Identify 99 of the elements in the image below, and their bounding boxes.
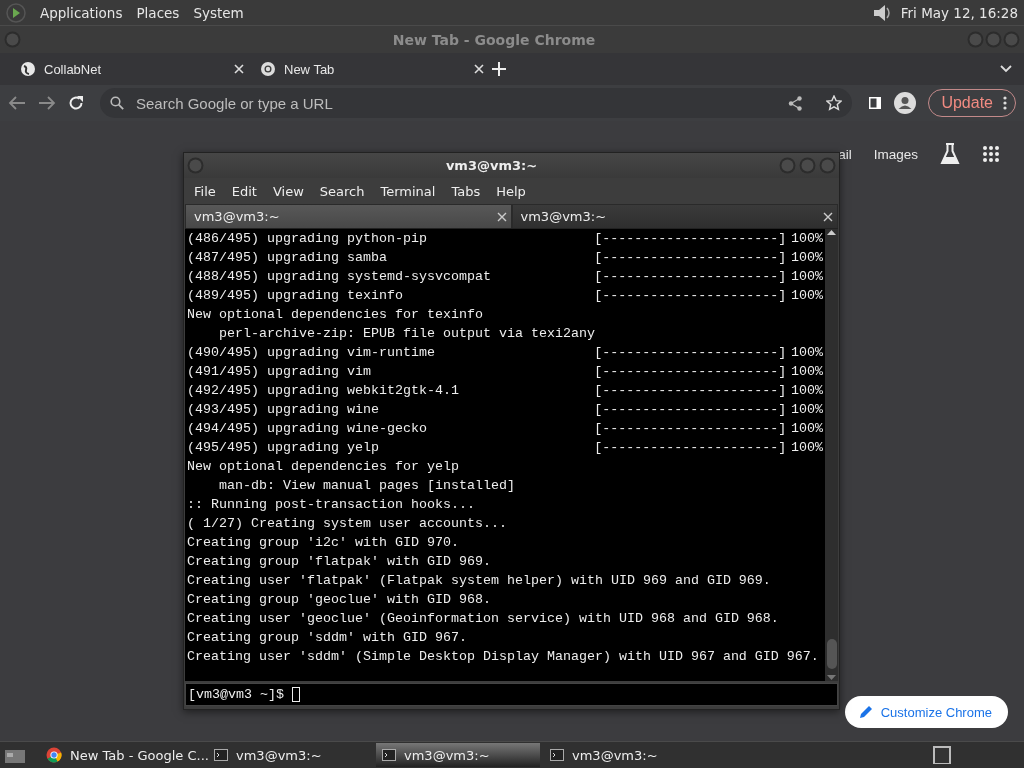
menu-item[interactable]: File [186,183,224,199]
clock[interactable]: Fri May 12, 16:28 [900,4,1018,21]
close-icon[interactable] [823,211,833,222]
terminal-icon [382,749,396,761]
progress-bar-text: [----------------------] [594,401,788,419]
shell-prompt: [vm3@vm3 ~]$ [187,687,284,702]
output-line: Creating group 'geoclue' with GID 968. [187,591,491,609]
percent-text: 100% [791,439,823,457]
globe-icon [20,61,36,77]
output-line: Creating group 'flatpak' with GID 969. [187,553,491,571]
output-line: Creating user 'geoclue' (Geoinformation service) with UID 968 and GID 968. [187,610,779,628]
reload-icon[interactable] [68,95,84,111]
percent-text: 100% [791,230,823,248]
taskbar-button[interactable]: vm3@vm3:~ [544,743,708,767]
distro-logo-icon[interactable] [6,2,26,23]
star-icon[interactable] [826,95,843,111]
chrome-icon [46,747,62,763]
panel-menu[interactable]: Applications [40,4,123,21]
progress-bar-text: [----------------------] [594,230,788,248]
output-line: (493/495) upgrading wine [187,401,380,419]
percent-text: 100% [791,401,823,419]
output-line: Creating group 'sddm' with GID 967. [187,629,467,647]
output-line: Creating group 'i2c' with GID 970. [187,534,459,552]
scroll-down-icon[interactable] [827,675,836,681]
percent-text: 100% [791,249,823,267]
output-line: (494/495) upgrading wine-gecko [187,420,428,438]
percent-text: 100% [791,420,823,438]
taskbar-button[interactable]: vm3@vm3:~ [376,743,540,767]
avatar-icon[interactable] [894,92,917,114]
terminal-tab[interactable]: vm3@vm3:~ [511,204,838,228]
terminal-icon [550,749,564,761]
apps-grid-icon[interactable] [982,145,1000,163]
back-arrow-icon[interactable] [8,95,26,111]
scrollbar[interactable] [825,229,838,681]
close-icon[interactable] [474,64,484,74]
terminal-icon [214,749,228,761]
menu-item[interactable]: Search [311,183,373,199]
panel-menu[interactable]: Places [136,4,180,21]
progress-bar-text: [----------------------] [594,420,788,438]
percent-text: 100% [791,363,823,381]
new-tab-plus-icon[interactable] [492,62,506,76]
side-panel-icon[interactable] [868,96,883,110]
output-line: man-db: View manual pages [installed] [219,477,515,495]
browser-tab[interactable]: CollabNet [12,54,252,84]
percent-text: 100% [791,382,823,400]
output-line: ( 1/27) Creating system user accounts... [187,515,507,533]
close-icon[interactable] [234,64,244,74]
progress-bar-text: [----------------------] [594,344,788,362]
progress-bar-text: [----------------------] [594,363,788,381]
progress-bar-text: [----------------------] [594,382,788,400]
text-cursor [292,687,300,702]
menu-item[interactable]: Help [488,183,534,199]
percent-text: 100% [791,344,823,362]
output-line: Creating user 'flatpak' (Flatpak system helper) with UID 969 and GID 969. [187,572,771,590]
flask-icon[interactable] [940,143,960,165]
address-field[interactable]: Search Google or type a URL [134,93,779,113]
output-line: (490/495) upgrading vim-runtime [187,344,436,362]
output-line: Creating user 'sddm' (Simple Desktop Display Manager) with UID 967 and GID 967. [187,648,819,666]
terminal-tab[interactable]: vm3@vm3:~ [185,204,512,228]
panel-menu[interactable]: System [193,4,244,21]
progress-bar-text: [----------------------] [594,268,788,286]
address-bar[interactable]: Search Google or type a URL [100,88,853,118]
progress-bar-text: [----------------------] [594,439,788,457]
chevron-down-icon[interactable] [1000,65,1012,73]
browser-tab[interactable]: New Tab [252,54,492,84]
output-line: New optional dependencies for yelp [187,458,459,476]
output-line: (492/495) upgrading webkit2gtk-4.1 [187,382,460,400]
taskbar-button[interactable]: vm3@vm3:~ [208,743,372,767]
menu-item[interactable]: Tabs [443,183,489,199]
chrome-icon [260,61,276,77]
window-title: New Tab - Google Chrome [391,31,597,48]
workspace-icon[interactable] [932,745,952,765]
pencil-icon [858,705,873,719]
share-icon[interactable] [788,95,803,111]
output-line: :: Running post-transaction hooks... [187,496,475,514]
menu-item[interactable]: Edit [223,183,265,199]
customize-chrome-button[interactable]: Customize Chrome [844,696,1008,728]
search-icon [110,96,124,110]
progress-bar-text: [----------------------] [594,249,788,267]
output-line: (491/495) upgrading vim [187,363,372,381]
window-title: vm3@vm3:~ [444,158,539,173]
menu-item[interactable]: View [264,183,312,199]
output-line: (488/495) upgrading systemd-sysvcompat [187,268,492,286]
progress-bar-text: [----------------------] [594,287,788,305]
output-line: perl-archive-zip: EPUB file output via texi2any [219,325,595,343]
output-line: (495/495) upgrading yelp [187,439,380,457]
scroll-thumb[interactable] [826,639,837,669]
menu-item[interactable]: Terminal [372,183,444,199]
update-button[interactable]: Update [928,89,1016,117]
percent-text: 100% [791,268,823,286]
output-line: (489/495) upgrading texinfo [187,287,404,305]
output-line: New optional dependencies for texinfo [187,306,483,324]
page-link[interactable]: Images [873,146,918,162]
more-vert-icon [1003,96,1007,110]
close-icon[interactable] [496,211,507,222]
output-line: (487/495) upgrading samba [187,249,388,267]
output-line: (486/495) upgrading python-pip [187,230,428,248]
forward-arrow-icon[interactable] [38,95,56,111]
percent-text: 100% [791,287,823,305]
